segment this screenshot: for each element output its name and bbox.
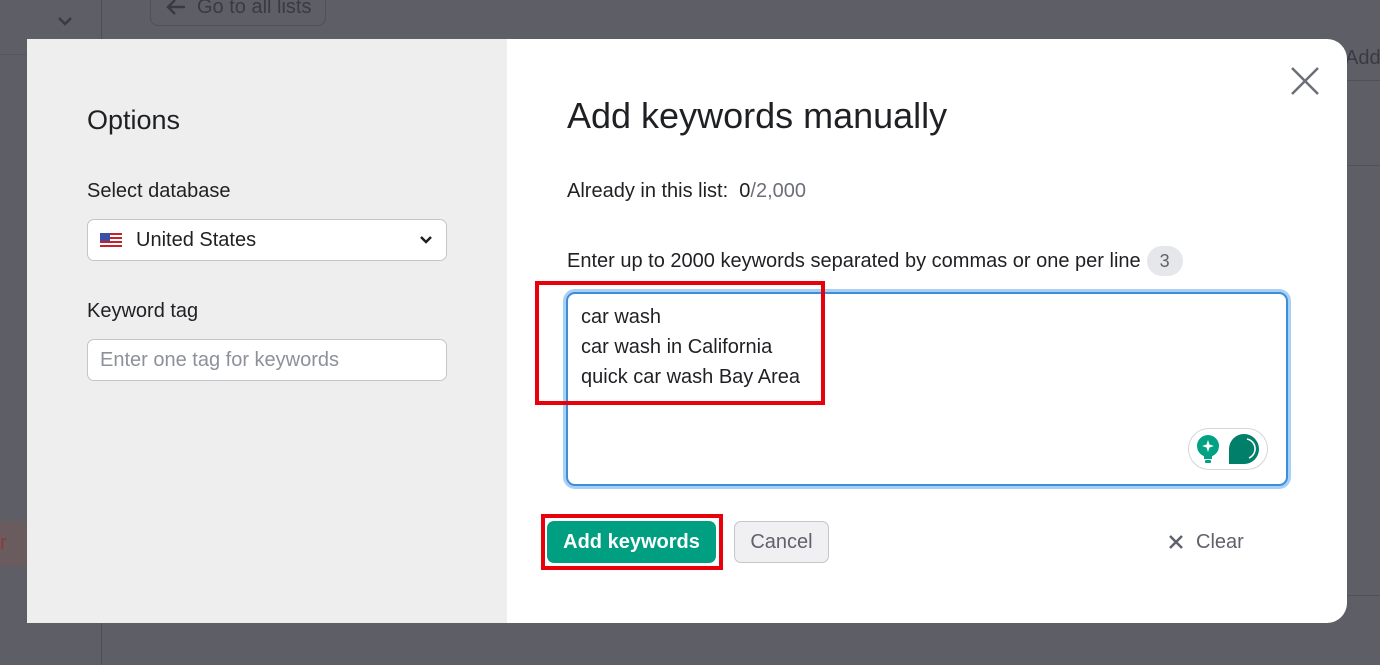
list-count: Already in this list: 0/2,000	[567, 180, 806, 203]
keyword-tag-input[interactable]	[87, 339, 447, 381]
background-add-text: Add	[1345, 47, 1380, 69]
divider	[1347, 595, 1380, 596]
divider	[1347, 165, 1380, 166]
clear-button[interactable]: Clear	[1162, 521, 1250, 563]
chat-bubble-icon[interactable]	[1227, 432, 1261, 466]
database-value: United States	[136, 228, 257, 251]
options-title: Options	[87, 105, 181, 135]
count-current: 0	[739, 180, 751, 202]
close-icon	[1169, 535, 1183, 549]
cancel-button[interactable]: Cancel	[734, 521, 829, 563]
ai-assistant-pill[interactable]	[1188, 428, 1268, 470]
keyword-count-badge: 3	[1146, 246, 1183, 276]
chevron-down-icon	[420, 236, 432, 244]
background-menu-item: r	[0, 521, 26, 566]
us-flag-icon	[100, 233, 122, 247]
go-to-all-lists-button: Go to all lists	[150, 0, 327, 26]
main-panel: Add keywords manually Already in this li…	[507, 39, 1347, 623]
close-icon[interactable]	[1289, 65, 1321, 97]
keywords-textarea-wrapper	[566, 292, 1288, 486]
keyword-tag-label: Keyword tag	[87, 300, 199, 322]
divider	[1347, 80, 1380, 81]
instructions: Enter up to 2000 keywords separated by c…	[567, 246, 1183, 276]
database-label: Select database	[87, 180, 231, 202]
clear-label: Clear	[1196, 530, 1244, 553]
chevron-down-icon	[58, 17, 72, 26]
add-keywords-button[interactable]: Add keywords	[547, 521, 716, 563]
options-panel: Options Select database United States Ke…	[27, 39, 507, 623]
keywords-textarea[interactable]	[568, 294, 1286, 484]
instructions-text: Enter up to 2000 keywords separated by c…	[567, 249, 1141, 272]
add-keywords-modal: Options Select database United States Ke…	[27, 39, 1347, 623]
arrow-left-icon	[166, 0, 185, 15]
database-select[interactable]: United States	[87, 219, 447, 261]
count-label: Already in this list:	[567, 180, 729, 202]
go-to-all-lists-label: Go to all lists	[197, 0, 312, 18]
modal-title: Add keywords manually	[567, 95, 948, 136]
count-total: /2,000	[750, 180, 807, 202]
lightbulb-sparkle-icon[interactable]	[1195, 434, 1221, 464]
